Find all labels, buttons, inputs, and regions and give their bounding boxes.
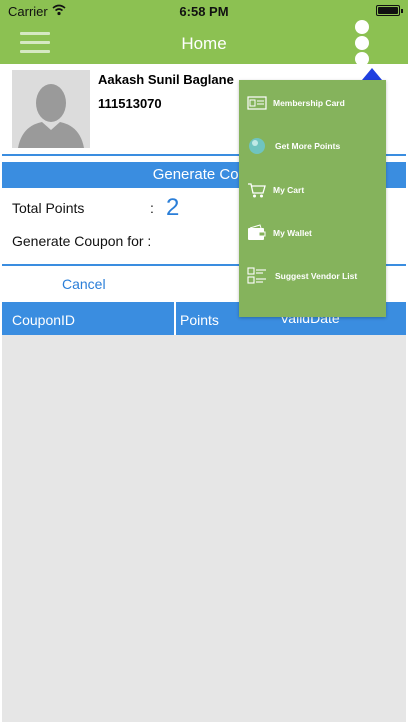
- more-options-icon[interactable]: [353, 20, 373, 66]
- menu-item-get-more-points[interactable]: Get More Points: [239, 129, 386, 165]
- nav-bar: Home: [0, 20, 408, 66]
- dropdown-pointer: [362, 68, 382, 80]
- vendor-list-icon: [247, 267, 266, 284]
- menu-item-label: Membership Card: [273, 98, 345, 108]
- profile-id: 111513070: [98, 96, 162, 111]
- menu-item-label: My Cart: [273, 185, 305, 195]
- column-header-points: Points: [180, 312, 219, 328]
- profile-name: Aakash Sunil Baglane: [98, 72, 234, 87]
- column-divider: [174, 302, 176, 335]
- menu-item-label: Get More Points: [275, 141, 341, 151]
- total-points-colon: :: [150, 200, 154, 216]
- membership-card-icon: [247, 96, 267, 110]
- battery-icon: [376, 5, 403, 16]
- menu-item-my-cart[interactable]: My Cart: [239, 173, 386, 209]
- coupon-list[interactable]: [2, 335, 406, 722]
- menu-item-label: Suggest Vendor List: [275, 271, 358, 281]
- column-header-couponid: CouponID: [12, 312, 76, 328]
- cancel-button[interactable]: Cancel: [62, 276, 106, 292]
- total-points-label: Total Points: [12, 200, 85, 216]
- menu-item-my-wallet[interactable]: My Wallet: [239, 216, 386, 252]
- wallet-icon: [248, 224, 266, 240]
- status-bar: Carrier 6:58 PM: [0, 0, 408, 22]
- page-title: Home: [181, 34, 227, 53]
- generate-coupon-input[interactable]: [166, 226, 236, 254]
- clock: 6:58 PM: [179, 4, 229, 19]
- points-orb-icon: [249, 138, 265, 154]
- cart-icon: [248, 183, 266, 198]
- avatar: [12, 70, 90, 148]
- avatar-placeholder-icon: [12, 70, 90, 148]
- generate-coupon-for-label: Generate Coupon for :: [12, 233, 152, 249]
- total-points-value: 2: [166, 194, 180, 221]
- menu-item-suggest-vendor-list[interactable]: Suggest Vendor List: [239, 259, 386, 295]
- menu-item-membership-card[interactable]: Membership Card: [239, 86, 386, 122]
- menu-item-label: My Wallet: [273, 228, 312, 238]
- options-menu: Membership Card Get More Points My Cart …: [239, 80, 386, 317]
